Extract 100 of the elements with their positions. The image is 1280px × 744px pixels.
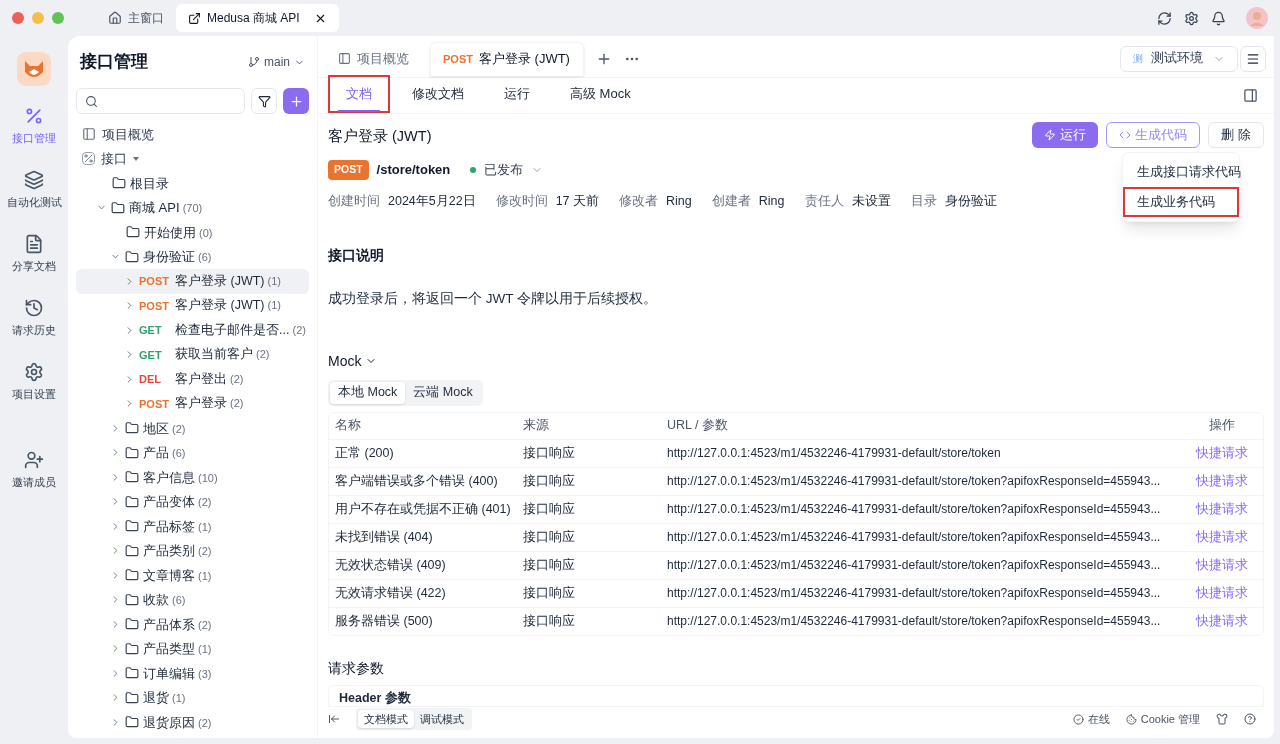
tree-item[interactable]: POST 客户登录 (JWT) (1) [76,293,309,318]
help-icon[interactable] [1244,713,1256,726]
window-tab[interactable]: 主窗口 [96,4,176,32]
environment-select[interactable]: 测 测试环境 [1120,45,1238,72]
mock-tab[interactable]: 云端 Mock [405,381,481,404]
meta-value: 17 天前 [555,192,600,210]
tree-item[interactable]: 产品类型 (1) [76,636,309,661]
quick-request-link[interactable]: 快捷请求 [1187,499,1257,519]
tree-item[interactable]: 产品变体 (2) [76,489,309,514]
tree-item[interactable]: 项目概览 [76,122,309,147]
folder-icon [125,666,139,681]
filter-button[interactable] [251,88,277,114]
status-item[interactable]: 在线 [1072,711,1110,728]
panel-toggle-icon[interactable] [1243,88,1258,103]
menu-item[interactable]: 生成业务代码 [1123,187,1239,217]
tree-item[interactable]: 订单编辑 (3) [76,661,309,686]
tree-item[interactable]: POST 客户登录 (JWT) (1) [76,269,309,294]
nav-item[interactable]: 接口管理 [0,106,68,170]
branch-selector[interactable]: main [248,53,305,71]
section-tab[interactable]: 文档 [328,75,390,113]
maximize-window-control[interactable] [52,12,64,24]
external-link-icon [188,11,201,25]
section-tab[interactable]: 高级 Mock [552,75,649,113]
settings-icon[interactable] [1184,10,1199,26]
quick-request-link[interactable]: 快捷请求 [1187,611,1257,631]
tree-item[interactable]: DEL 客户登出 (2) [76,367,309,392]
tree-item[interactable]: 开始使用 (0) [76,220,309,245]
table-cell-text: http://127.0.0.1:4523/m1/4532246-4179931-default/store/token?apifoxResponseId=455943... [667,501,1162,519]
tree-item[interactable]: 接口 [76,146,309,171]
nav-item[interactable]: 自动化测试 [0,170,68,234]
menu-button[interactable] [1240,45,1266,72]
add-button[interactable] [283,88,309,114]
tree-item[interactable]: 产品体系 (2) [76,612,309,637]
tree-item[interactable]: 退货 (1) [76,685,309,710]
meta-value: 身份验证 [944,192,997,210]
nav-item[interactable]: 分享文档 [0,234,68,298]
menu-item[interactable]: 生成接口请求代码 [1123,157,1239,187]
section-tab[interactable]: 运行 [486,75,548,113]
table-cell-text: 无效请求错误 (422) [335,584,447,602]
tree-item[interactable]: 根目录 [76,171,309,196]
table-cell-text: 客户端错误或多个错误 (400) [335,472,499,490]
quick-request-link[interactable]: 快捷请求 [1187,527,1257,547]
quick-request-link[interactable]: 快捷请求 [1187,471,1257,491]
code-icon [1119,129,1132,141]
shirt-icon[interactable] [1216,713,1228,726]
tree-item[interactable]: 身份验证 (6) [76,244,309,269]
folder-icon [125,715,139,730]
document-tab[interactable]: 项目概览 [326,41,430,76]
nav-item[interactable]: 项目设置 [0,362,68,426]
status-select[interactable]: 已发布 [484,159,524,180]
layout-icon [338,52,351,65]
avatar-icon[interactable] [1246,7,1268,29]
folder-icon [125,470,139,485]
tree-item[interactable]: 商城 API (70) [76,195,309,220]
check-icon [1072,713,1084,725]
meta-label: 责任人 [804,192,844,210]
tree-item[interactable]: 地区 (2) [76,416,309,441]
caret-icon[interactable] [133,156,139,161]
table-cell-text: 接口响应 [523,584,576,602]
mock-tab[interactable]: 本地 Mock [330,381,406,404]
meta-label: 创建时间 [328,192,380,210]
window-tab[interactable]: Medusa 商城 API [176,4,339,32]
mode-tab[interactable]: 调试模式 [414,710,470,729]
nav-item[interactable]: 邀请成员 [0,450,68,514]
minimize-window-control[interactable] [32,12,44,24]
run-button[interactable]: 运行 [1032,122,1099,148]
tree-item[interactable]: POST 客户登录 (2) [76,391,309,416]
document-tab[interactable]: POST 客户登录 (JWT) [430,41,584,76]
folder-icon [111,200,125,215]
close-window-control[interactable] [12,12,24,24]
folder-icon [125,543,139,558]
plus-icon [288,93,304,109]
folder-icon [125,617,139,632]
delete-button[interactable]: 删 除 [1208,122,1264,148]
section-tab[interactable]: 修改文档 [394,75,482,113]
tree-item[interactable]: GET 检查电子邮件是否... (2) [76,318,309,343]
search-icon [85,94,98,108]
mock-toggle[interactable]: Mock [328,350,1264,372]
notification-icon[interactable] [1211,10,1226,26]
collapse-icon[interactable] [328,713,340,726]
tree-item[interactable]: 收款 (6) [76,587,309,612]
tree-item[interactable]: 文章博客 (1) [76,563,309,588]
search-field[interactable] [76,88,245,114]
refresh-icon[interactable] [1157,10,1172,26]
quick-request-link[interactable]: 快捷请求 [1187,443,1257,463]
section-heading: 接口说明 [328,247,385,266]
folder-icon [126,225,140,240]
nav-item[interactable]: 请求历史 [0,298,68,362]
tree-item[interactable]: 退货原因 (2) [76,710,309,735]
tree-item[interactable]: GET 获取当前客户 (2) [76,342,309,367]
tree-item[interactable]: 客户信息 (10) [76,465,309,490]
quick-request-link[interactable]: 快捷请求 [1187,583,1257,603]
status-item[interactable]: Cookie 管理 [1125,711,1200,728]
quick-request-link[interactable]: 快捷请求 [1187,555,1257,575]
tree-item[interactable]: 产品 (6) [76,440,309,465]
tree-item[interactable]: 产品标签 (1) [76,514,309,539]
document-icon [24,234,44,254]
table-cell-text: 接口响应 [523,556,576,574]
tree-item[interactable]: 产品类别 (2) [76,538,309,563]
mode-tab[interactable]: 文档模式 [358,710,414,729]
